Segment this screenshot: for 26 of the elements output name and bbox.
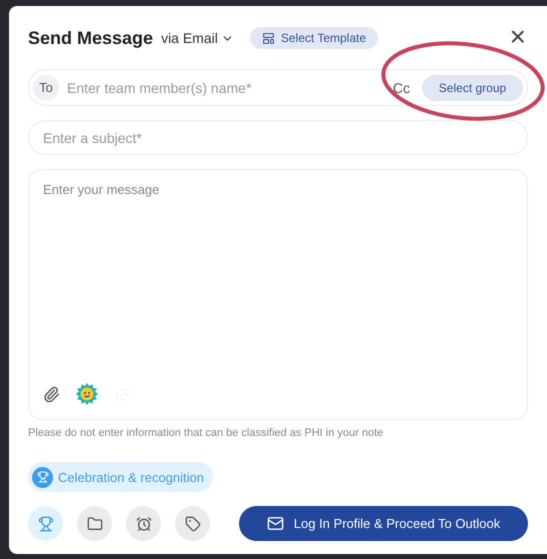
category-button[interactable] bbox=[175, 506, 210, 541]
alarm-clock-icon bbox=[136, 516, 152, 532]
phi-note: Please do not enter information that can be classified as PHI in your note bbox=[28, 427, 384, 439]
close-button[interactable]: × bbox=[510, 27, 526, 49]
cc-label: Cc bbox=[392, 80, 410, 96]
dialog-title: Send Message bbox=[28, 28, 154, 48]
outlook-login-button[interactable]: Log In Profile & Proceed To Outlook bbox=[239, 506, 528, 541]
trophy-icon bbox=[38, 516, 54, 532]
category-button[interactable] bbox=[77, 506, 112, 541]
message-field[interactable]: Enter your message bbox=[28, 169, 528, 420]
paperclip-icon[interactable] bbox=[43, 386, 60, 402]
folder-icon bbox=[86, 516, 102, 532]
mail-icon bbox=[266, 515, 284, 532]
subject-field[interactable]: Enter a subject* bbox=[28, 120, 528, 155]
select-group-button[interactable]: Select group bbox=[422, 74, 523, 100]
recipient-field[interactable]: To Enter team member(s) name* Cc Select group bbox=[28, 69, 528, 106]
channel-dropdown[interactable]: via Email bbox=[161, 30, 234, 46]
tag-icon bbox=[184, 516, 200, 532]
recipient-input[interactable]: Enter team member(s) name* bbox=[65, 78, 393, 96]
select-template-button[interactable]: Select Template bbox=[250, 27, 378, 49]
category-button[interactable] bbox=[126, 506, 161, 541]
template-icon bbox=[262, 32, 275, 44]
smiley-sun-icon[interactable] bbox=[76, 383, 98, 405]
chip-label: Celebration & recognition bbox=[58, 470, 204, 484]
trophy-icon bbox=[32, 466, 53, 488]
to-label: To bbox=[33, 74, 59, 100]
